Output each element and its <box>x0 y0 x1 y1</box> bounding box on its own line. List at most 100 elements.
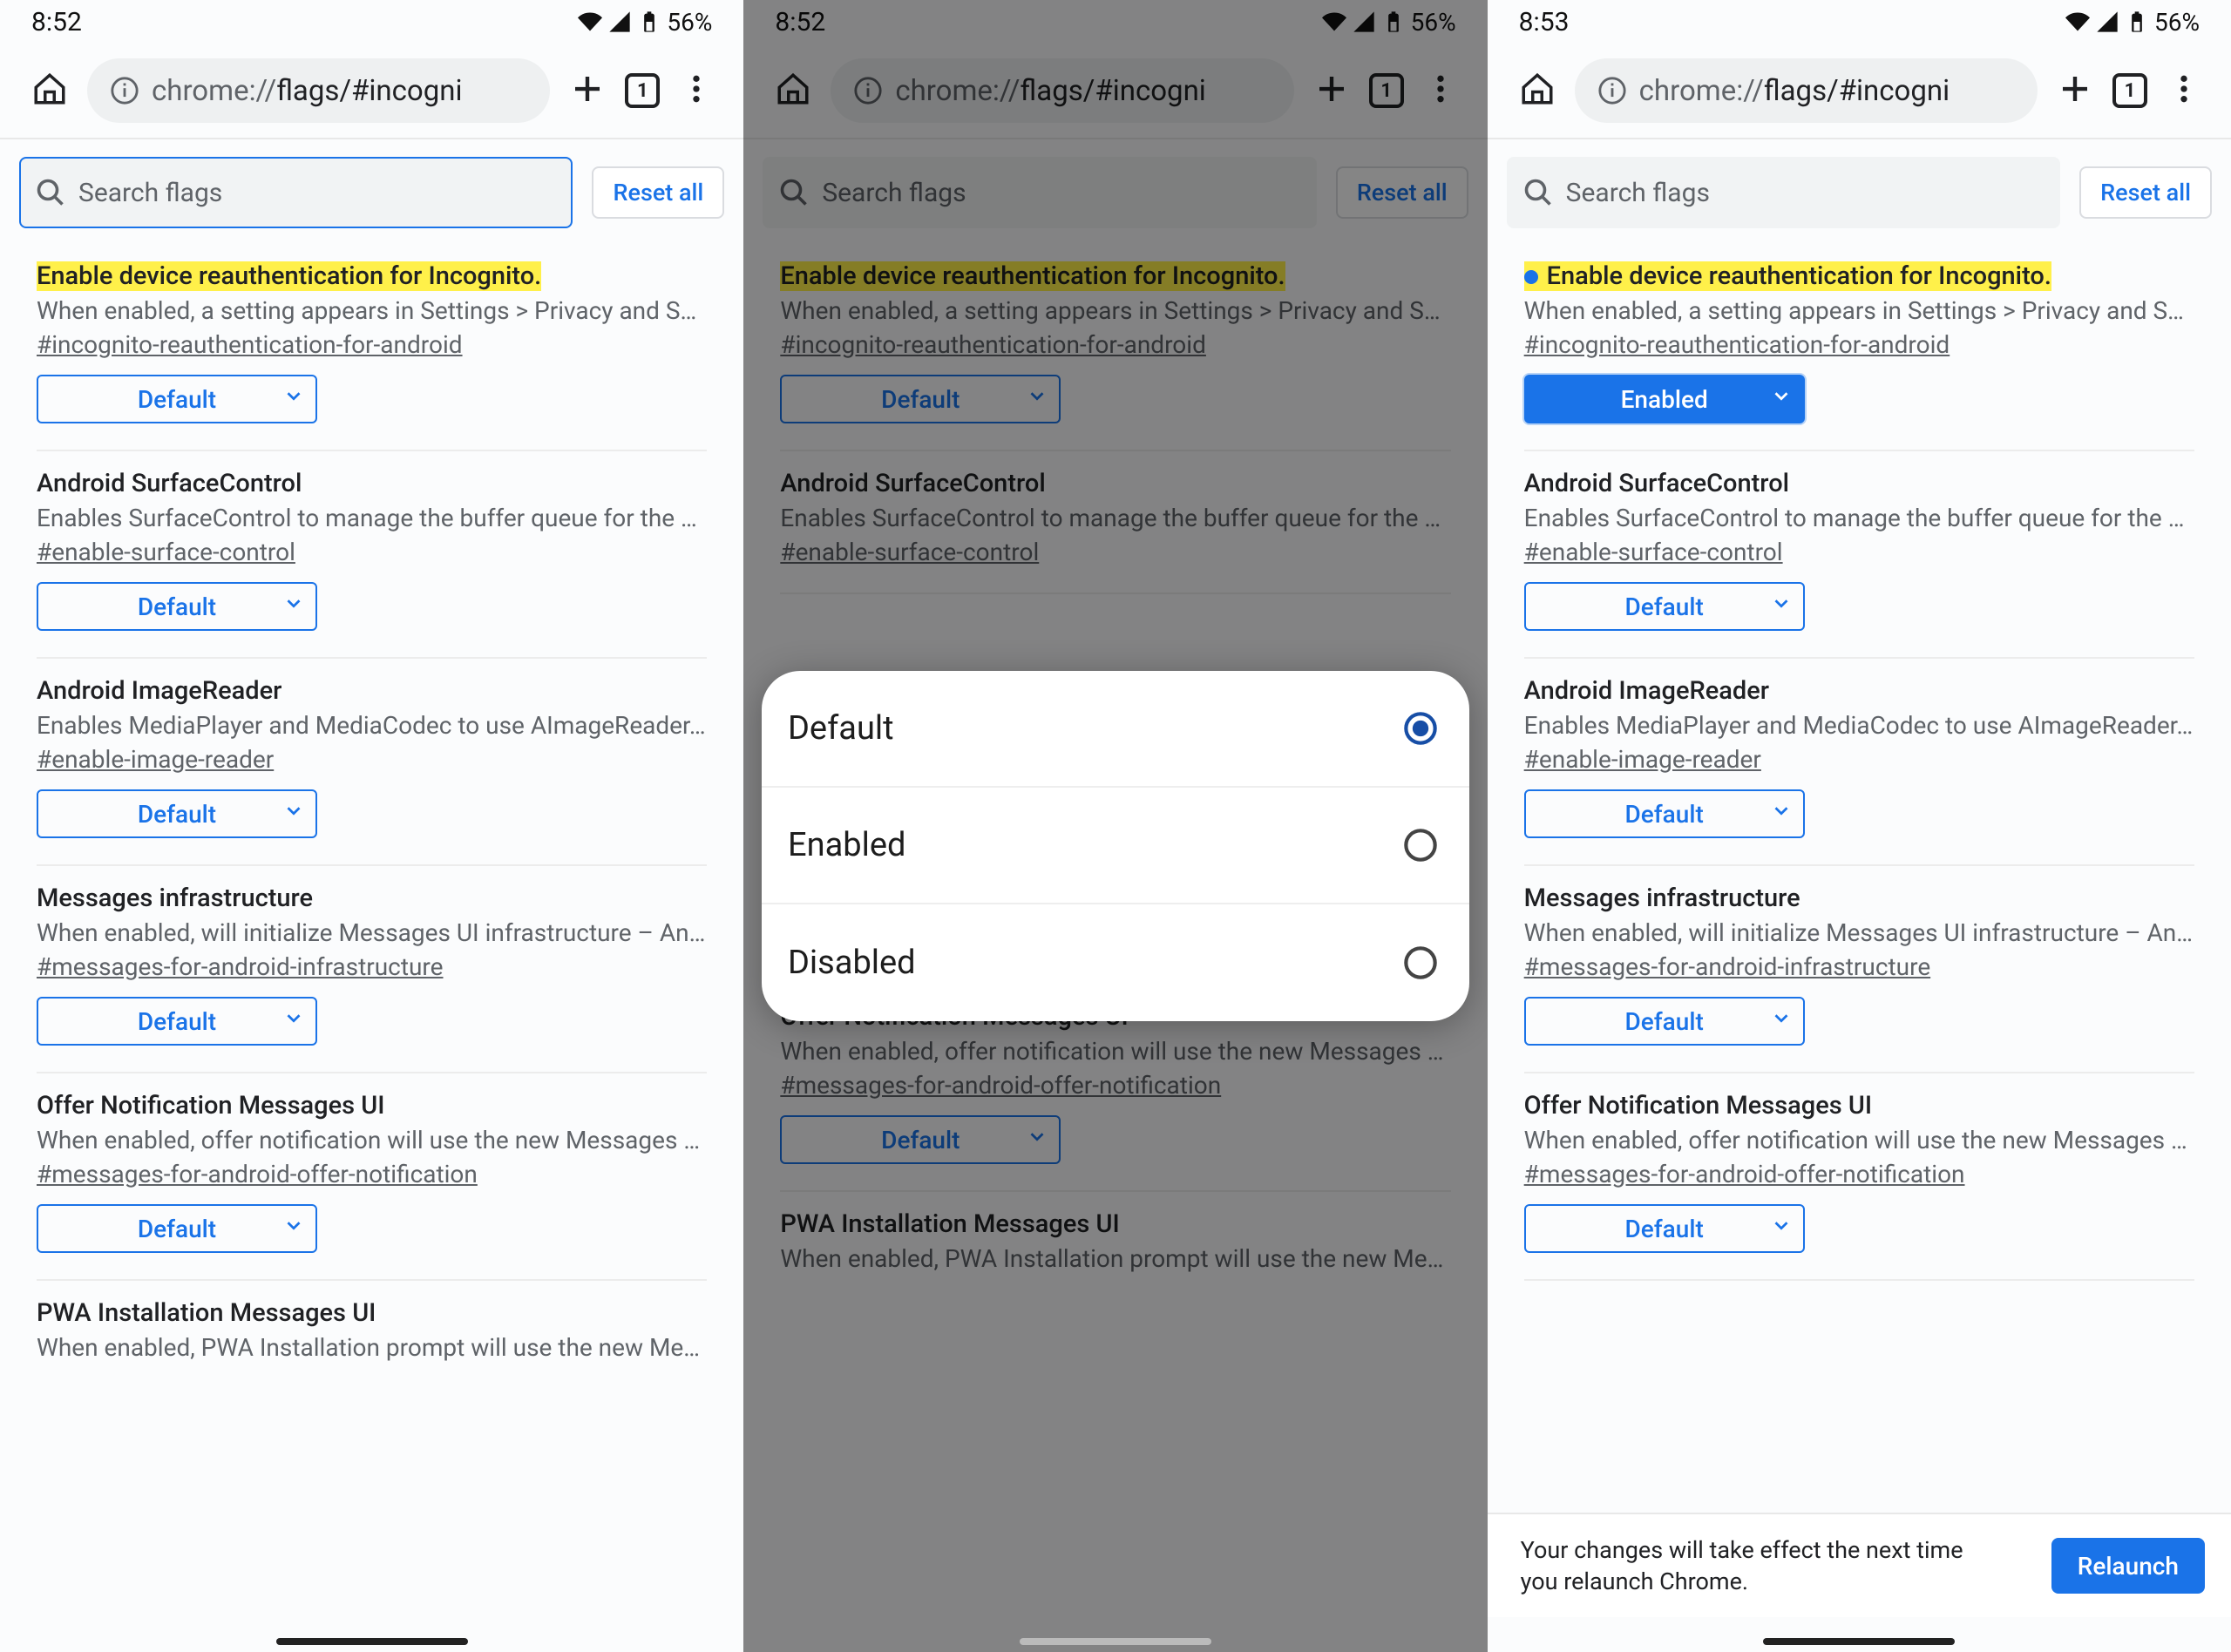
flag-select[interactable]: Default <box>1524 1204 1805 1253</box>
search-input[interactable]: Search flags <box>763 157 1316 228</box>
home-button[interactable] <box>1519 71 1556 111</box>
search-row: Search flags Reset all <box>1488 139 2231 244</box>
status-icons: 56% <box>578 8 712 37</box>
new-tab-button[interactable] <box>1313 71 1350 111</box>
flag-title: Enable device reauthentication for Incog… <box>780 261 1285 291</box>
home-button[interactable] <box>775 71 811 111</box>
flag-description: When enabled, a setting appears in Setti… <box>1524 296 2194 325</box>
url-bar[interactable]: chrome://flags/#incogni <box>831 58 1293 123</box>
new-tab-button[interactable] <box>569 71 606 111</box>
info-icon <box>853 76 883 105</box>
battery-icon <box>637 10 661 34</box>
home-button[interactable] <box>31 71 68 111</box>
nav-handle[interactable] <box>1020 1638 1211 1645</box>
flag-title: PWA Installation Messages UI <box>780 1209 1119 1239</box>
tab-switcher-button[interactable]: 1 <box>2112 73 2147 108</box>
screenshot-3: 8:53 56% chrome://flags/#incogni 1 Searc… <box>1488 0 2231 1652</box>
chevron-down-icon <box>1770 592 1793 621</box>
option-enabled[interactable]: Enabled <box>762 788 1469 904</box>
flag-description: Enables MediaPlayer and MediaCodec to us… <box>37 711 707 740</box>
flag-title: Offer Notification Messages UI <box>1524 1091 1872 1121</box>
flag-anchor-link[interactable]: #enable-surface-control <box>37 538 295 566</box>
flag-item: Enable device reauthentication for Incog… <box>0 244 743 451</box>
menu-button[interactable] <box>2167 71 2201 110</box>
flag-anchor-link[interactable]: #enable-image-reader <box>37 745 274 774</box>
nav-handle[interactable] <box>1763 1638 1955 1645</box>
search-row: Search flags Reset all <box>743 139 1487 244</box>
battery-icon <box>2125 10 2149 34</box>
flag-anchor-link[interactable]: #incognito-reauthentication-for-android <box>1524 330 1950 359</box>
flag-anchor-link[interactable]: #enable-surface-control <box>1524 538 1783 566</box>
search-row: Search flags Reset all <box>0 139 743 244</box>
menu-button[interactable] <box>1423 71 1458 110</box>
flag-select[interactable]: Default <box>1524 997 1805 1046</box>
chevron-down-icon <box>282 1007 305 1036</box>
flag-select[interactable]: Default <box>1524 789 1805 838</box>
relaunch-button[interactable]: Relaunch <box>2051 1538 2205 1594</box>
radio-on-icon <box>1403 711 1438 746</box>
search-input[interactable]: Search flags <box>19 157 573 228</box>
flag-select-value: Default <box>138 592 216 621</box>
chevron-down-icon <box>282 1215 305 1243</box>
flag-title: Android SurfaceControl <box>780 469 1045 498</box>
flag-select[interactable]: Default <box>37 1204 317 1253</box>
flag-select[interactable]: Default <box>780 375 1061 423</box>
flag-anchor-link[interactable]: #enable-image-reader <box>1524 745 1761 774</box>
flag-select[interactable]: Default <box>37 375 317 423</box>
chevron-down-icon <box>282 592 305 621</box>
flag-anchor-link[interactable]: #messages-for-android-offer-notification <box>780 1071 1221 1100</box>
flag-item: Offer Notification Messages UI When enab… <box>1488 1073 2231 1281</box>
flag-description: When enabled, PWA Installation prompt wi… <box>780 1244 1450 1273</box>
flag-title: Offer Notification Messages UI <box>37 1091 384 1121</box>
search-icon <box>1522 177 1554 208</box>
reset-all-button[interactable]: Reset all <box>2079 166 2212 219</box>
flag-select[interactable]: Default <box>37 997 317 1046</box>
flag-description: When enabled, offer notification will us… <box>780 1037 1450 1066</box>
search-input[interactable]: Search flags <box>1507 157 2060 228</box>
flag-anchor-link[interactable]: #messages-for-android-offer-notification <box>1524 1160 1965 1188</box>
flag-description: When enabled, a setting appears in Setti… <box>37 296 707 325</box>
status-icons: 56% <box>2065 8 2200 37</box>
status-time: 8:53 <box>1519 7 1570 37</box>
nav-handle[interactable] <box>276 1638 468 1645</box>
flag-anchor-link[interactable]: #messages-for-android-infrastructure <box>37 952 444 981</box>
battery-percent: 56% <box>2154 8 2200 37</box>
changed-dot-icon <box>1524 270 1538 284</box>
flag-select[interactable]: Enabled <box>1524 375 1805 423</box>
flag-select[interactable]: Default <box>780 1115 1061 1164</box>
wifi-icon <box>578 10 602 34</box>
tab-switcher-button[interactable]: 1 <box>1369 73 1404 108</box>
flag-select[interactable]: Default <box>37 582 317 631</box>
flag-description: When enabled, a setting appears in Setti… <box>780 296 1450 325</box>
battery-icon <box>1381 10 1406 34</box>
reset-all-button[interactable]: Reset all <box>1336 166 1468 219</box>
flag-select[interactable]: Default <box>37 789 317 838</box>
option-label: Enabled <box>788 826 905 864</box>
option-disabled[interactable]: Disabled <box>762 904 1469 1021</box>
chevron-down-icon <box>1770 1007 1793 1036</box>
flag-anchor-link[interactable]: #incognito-reauthentication-for-android <box>780 330 1206 359</box>
status-bar: 8:53 56% <box>1488 0 2231 44</box>
url-bar[interactable]: chrome://flags/#incogni <box>1575 58 2038 123</box>
battery-percent: 56% <box>667 8 712 37</box>
flags-list: Enable device reauthentication for Incog… <box>1488 244 2231 1281</box>
flag-anchor-link[interactable]: #messages-for-android-infrastructure <box>1524 952 1931 981</box>
flag-anchor-link[interactable]: #incognito-reauthentication-for-android <box>37 330 463 359</box>
flag-item: Android SurfaceControl Enables SurfaceCo… <box>0 451 743 659</box>
chevron-down-icon <box>1026 1126 1048 1154</box>
new-tab-button[interactable] <box>2057 71 2093 111</box>
option-default[interactable]: Default <box>762 671 1469 788</box>
flag-select[interactable]: Default <box>1524 582 1805 631</box>
info-icon <box>1597 76 1627 105</box>
flags-list: Enable device reauthentication for Incog… <box>0 244 743 1362</box>
signal-icon <box>607 10 632 34</box>
flag-anchor-link[interactable]: #enable-surface-control <box>780 538 1039 566</box>
reset-all-button[interactable]: Reset all <box>592 166 724 219</box>
tab-switcher-button[interactable]: 1 <box>625 73 660 108</box>
menu-button[interactable] <box>679 71 714 110</box>
url-bar[interactable]: chrome://flags/#incogni <box>87 58 550 123</box>
flag-title: Android SurfaceControl <box>37 469 302 498</box>
status-bar: 8:52 56% <box>743 0 1487 44</box>
chevron-down-icon <box>282 800 305 829</box>
flag-anchor-link[interactable]: #messages-for-android-offer-notification <box>37 1160 478 1188</box>
